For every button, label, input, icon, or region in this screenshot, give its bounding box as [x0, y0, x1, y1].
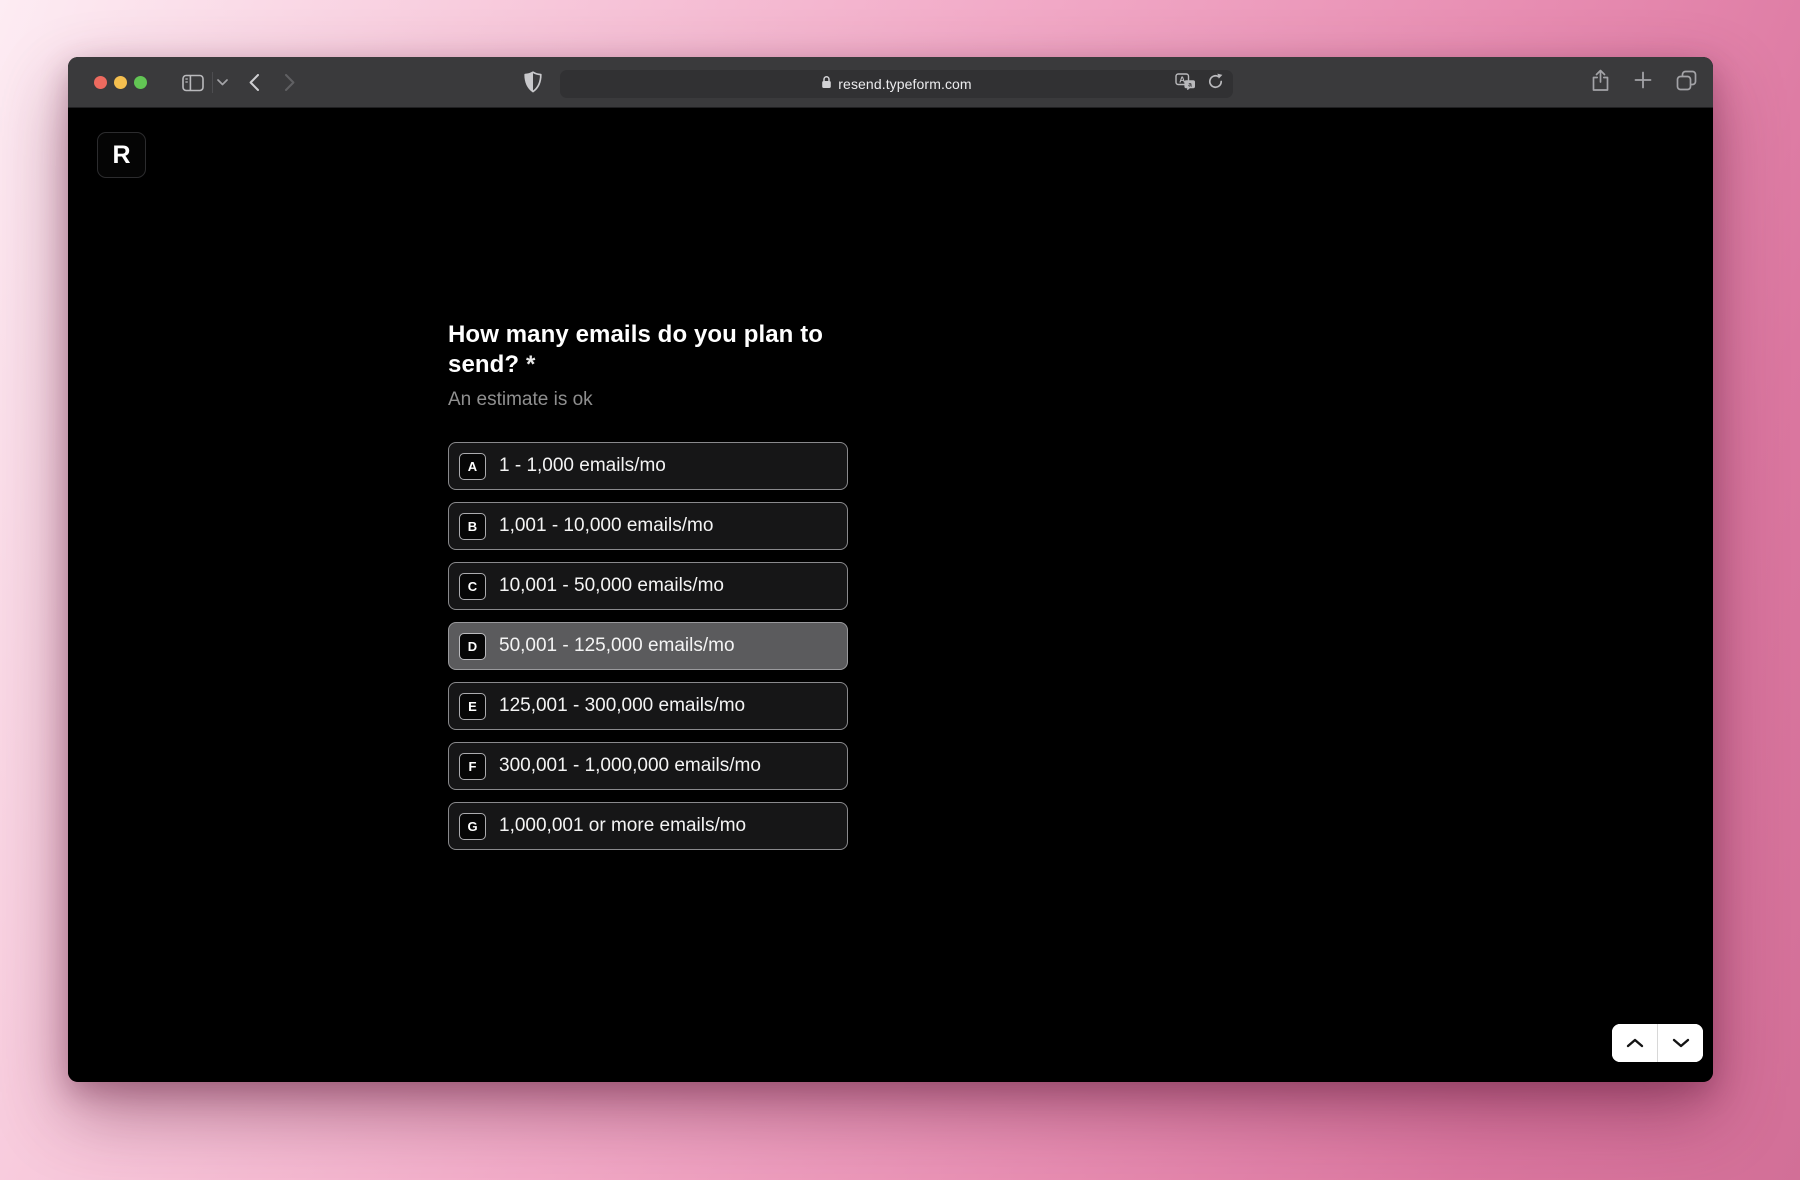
- chevron-up-icon: [1626, 1036, 1644, 1051]
- option-key-badge: E: [459, 693, 486, 720]
- traffic-lights: [94, 76, 147, 89]
- chevron-down-icon: [1672, 1036, 1690, 1051]
- next-question-button[interactable]: [1658, 1024, 1703, 1062]
- url-text: resend.typeform.com: [838, 76, 971, 92]
- option-key-badge: C: [459, 573, 486, 600]
- option-f[interactable]: F 300,001 - 1,000,000 emails/mo: [448, 742, 848, 790]
- back-icon[interactable]: [249, 74, 259, 91]
- chevron-down-icon[interactable]: [217, 79, 228, 86]
- shield-icon[interactable]: [524, 71, 542, 93]
- option-a[interactable]: A 1 - 1,000 emails/mo: [448, 442, 848, 490]
- option-c[interactable]: C 10,001 - 50,000 emails/mo: [448, 562, 848, 610]
- question-title: How many emails do you plan to send? *: [448, 320, 848, 380]
- new-tab-icon[interactable]: [1634, 71, 1652, 94]
- sidebar-toggle-icon[interactable]: [182, 74, 204, 92]
- svg-text:A: A: [1179, 74, 1185, 84]
- option-key-badge: A: [459, 453, 486, 480]
- browser-toolbar: resend.typeform.com Aa: [68, 57, 1713, 108]
- brand-logo[interactable]: R: [97, 132, 146, 178]
- prev-question-button[interactable]: [1612, 1024, 1657, 1062]
- browser-window: resend.typeform.com Aa: [68, 57, 1713, 1082]
- forward-icon[interactable]: [285, 74, 295, 91]
- question-nav: [1612, 1024, 1703, 1062]
- option-key-badge: F: [459, 753, 486, 780]
- option-key-badge: B: [459, 513, 486, 540]
- option-key-badge: G: [459, 813, 486, 840]
- option-label: 50,001 - 125,000 emails/mo: [499, 635, 735, 657]
- options-list: A 1 - 1,000 emails/mo B 1,001 - 10,000 e…: [448, 442, 848, 850]
- translate-icon[interactable]: Aa: [1175, 73, 1196, 95]
- option-label: 125,001 - 300,000 emails/mo: [499, 695, 745, 717]
- option-label: 1 - 1,000 emails/mo: [499, 455, 666, 477]
- lock-icon: [821, 75, 832, 94]
- toolbar-divider: [212, 72, 213, 93]
- option-d[interactable]: D 50,001 - 125,000 emails/mo: [448, 622, 848, 670]
- option-label: 300,001 - 1,000,000 emails/mo: [499, 755, 761, 777]
- minimize-window-button[interactable]: [114, 76, 127, 89]
- svg-text:a: a: [1188, 81, 1192, 88]
- tab-overview-icon[interactable]: [1676, 70, 1697, 96]
- question-subtitle: An estimate is ok: [448, 388, 848, 412]
- option-label: 10,001 - 50,000 emails/mo: [499, 575, 724, 597]
- option-e[interactable]: E 125,001 - 300,000 emails/mo: [448, 682, 848, 730]
- reload-icon[interactable]: [1207, 73, 1224, 95]
- option-g[interactable]: G 1,000,001 or more emails/mo: [448, 802, 848, 850]
- question-block: How many emails do you plan to send? * A…: [448, 320, 848, 862]
- option-key-badge: D: [459, 633, 486, 660]
- required-asterisk: *: [526, 351, 535, 378]
- typeform-page: R How many emails do you plan to send? *…: [68, 108, 1713, 1081]
- option-label: 1,001 - 10,000 emails/mo: [499, 515, 713, 537]
- share-icon[interactable]: [1591, 69, 1610, 97]
- zoom-window-button[interactable]: [134, 76, 147, 89]
- address-bar[interactable]: resend.typeform.com Aa: [560, 70, 1233, 98]
- option-b[interactable]: B 1,001 - 10,000 emails/mo: [448, 502, 848, 550]
- close-window-button[interactable]: [94, 76, 107, 89]
- brand-logo-letter: R: [112, 141, 130, 170]
- option-label: 1,000,001 or more emails/mo: [499, 815, 746, 837]
